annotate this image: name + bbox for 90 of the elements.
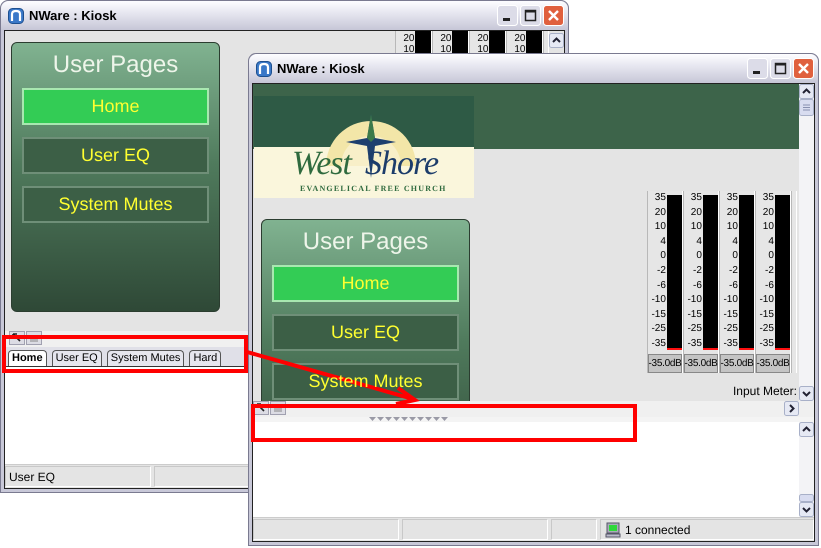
scroll-up-button[interactable] bbox=[799, 422, 814, 437]
scroll-thumb[interactable] bbox=[799, 494, 814, 502]
scale-label: -15 bbox=[759, 308, 774, 320]
tab[interactable]: System Mutes bbox=[106, 350, 184, 366]
scale-label: -10 bbox=[723, 294, 738, 306]
scale-label: -2 bbox=[765, 264, 774, 276]
scale-label: 4 bbox=[732, 236, 738, 247]
close-button[interactable] bbox=[793, 58, 814, 79]
logo-tagline: EVANGELICAL FREE CHURCH bbox=[300, 184, 447, 193]
scale-label: 0 bbox=[696, 250, 702, 262]
panel-title: User Pages bbox=[52, 51, 178, 79]
scale-label: 4 bbox=[696, 236, 702, 247]
scale-label: -10 bbox=[651, 294, 666, 306]
scale-label: -6 bbox=[693, 280, 702, 291]
scale-label: 4 bbox=[660, 236, 666, 247]
scale-label: -10 bbox=[687, 294, 702, 306]
meter-reading: -35.0dB bbox=[720, 354, 754, 373]
scale-label: 20 bbox=[514, 33, 526, 44]
scale-label: 0 bbox=[660, 250, 666, 262]
scroll-thumb[interactable] bbox=[799, 99, 814, 116]
meter-reading: -35.0dB bbox=[684, 354, 718, 373]
scale-label: -6 bbox=[765, 280, 774, 291]
scale-label: 0 bbox=[768, 250, 774, 262]
logo-text: West bbox=[292, 146, 351, 182]
maximize-button[interactable] bbox=[520, 5, 541, 26]
scale-label: 20 bbox=[726, 206, 738, 218]
scale-label: 35 bbox=[762, 192, 774, 203]
splitter-grip-icon[interactable] bbox=[369, 417, 448, 421]
scale-label: 35 bbox=[654, 192, 666, 203]
scale-label: 35 bbox=[690, 192, 702, 203]
scale-label: -25 bbox=[651, 323, 666, 334]
meter-selector-label: Input Meter: bbox=[732, 384, 797, 398]
scale-label: -25 bbox=[687, 323, 702, 334]
scale-label: 20 bbox=[762, 206, 774, 218]
scale-label: 10 bbox=[440, 44, 452, 54]
page-button[interactable]: User EQ bbox=[22, 137, 209, 174]
meter-reading: -35.0dB bbox=[648, 354, 682, 373]
scroll-up-button[interactable] bbox=[549, 33, 564, 48]
panel-title: User Pages bbox=[302, 228, 428, 256]
scale-label: -35 bbox=[687, 338, 702, 349]
close-button[interactable] bbox=[543, 5, 564, 26]
scale-label: 35 bbox=[726, 192, 738, 203]
scale-label: -15 bbox=[723, 308, 738, 320]
app-icon bbox=[8, 8, 24, 24]
scale-label: -2 bbox=[693, 264, 702, 276]
maximize-button[interactable] bbox=[770, 58, 791, 79]
window-title: NWare : Kiosk bbox=[277, 61, 366, 76]
status-text: User EQ bbox=[5, 466, 151, 487]
scale-label: -25 bbox=[759, 323, 774, 334]
scale-label: 20 bbox=[477, 33, 488, 44]
scale-label: -35 bbox=[723, 338, 738, 349]
scale-label: 4 bbox=[768, 236, 774, 247]
scale-label: 10 bbox=[654, 221, 666, 232]
dropdown-button[interactable] bbox=[799, 386, 814, 401]
scale-label: 20 bbox=[690, 206, 702, 218]
connection-status: 1 connected bbox=[625, 522, 690, 536]
tab[interactable]: Home bbox=[8, 350, 47, 366]
scale-label: -35 bbox=[651, 338, 666, 349]
scroll-down-button[interactable] bbox=[799, 502, 814, 517]
scale-label: -15 bbox=[651, 308, 666, 320]
tab[interactable]: Hard bbox=[189, 350, 222, 366]
scale-label: 20 bbox=[654, 206, 666, 218]
scroll-up-button[interactable] bbox=[799, 84, 814, 99]
scale-label: -10 bbox=[759, 294, 774, 306]
meter-reading: -35.0dB bbox=[756, 354, 790, 373]
scale-label: 0 bbox=[732, 250, 738, 262]
scale-label: -25 bbox=[723, 323, 738, 334]
scale-label: 10 bbox=[762, 221, 774, 232]
scale-label: -2 bbox=[729, 264, 738, 276]
scale-label: -35 bbox=[759, 338, 774, 349]
scale-label: -6 bbox=[657, 280, 666, 291]
scale-label: 10 bbox=[726, 221, 738, 232]
scale-label: -2 bbox=[657, 264, 666, 276]
scale-label: 10 bbox=[690, 221, 702, 232]
tab[interactable]: User EQ bbox=[52, 350, 102, 366]
page-button[interactable]: System Mutes bbox=[22, 186, 209, 223]
minimize-button[interactable] bbox=[747, 58, 768, 79]
scale-label: -6 bbox=[729, 280, 738, 291]
scale-label: 20 bbox=[403, 33, 414, 44]
minimize-button[interactable] bbox=[497, 5, 518, 26]
scale-label: -15 bbox=[687, 308, 702, 320]
scale-label: 10 bbox=[403, 44, 414, 54]
window-title: NWare : Kiosk bbox=[29, 8, 118, 23]
page-button[interactable]: User EQ bbox=[272, 314, 459, 351]
monitor-icon bbox=[605, 522, 621, 538]
scale-label: 10 bbox=[514, 44, 526, 54]
scale-label: 20 bbox=[440, 33, 452, 44]
scale-label: 10 bbox=[477, 44, 488, 54]
app-icon bbox=[256, 60, 272, 76]
scroll-right-button[interactable] bbox=[784, 401, 799, 416]
